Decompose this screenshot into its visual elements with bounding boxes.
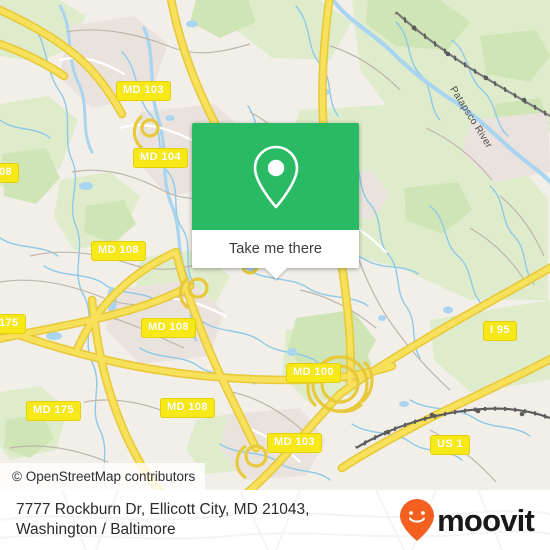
road-shield[interactable]: 08: [0, 163, 20, 183]
moovit-wordmark: moovit: [437, 502, 535, 538]
popup-pointer-tip: [264, 268, 287, 279]
road-shield[interactable]: MD 100: [286, 363, 341, 383]
take-me-there-label: Take me there: [228, 241, 323, 257]
address-block: 7777 Rockburn Dr, Ellicott City, MD 2104…: [16, 500, 309, 541]
attribution-text: © OpenStreetMap contributors: [12, 469, 196, 484]
road-shield[interactable]: I 95: [483, 321, 517, 341]
location-popup[interactable]: Take me there: [192, 123, 359, 279]
popup-footer[interactable]: Take me there: [192, 230, 359, 279]
road-shield[interactable]: MD 103: [267, 433, 322, 453]
map-screenshot-root: MD 103 MD 104 08 MD 108 175 MD 108 I 95 …: [0, 0, 550, 550]
road-shield[interactable]: MD 108: [141, 318, 196, 338]
address-line-1: 7777 Rockburn Dr, Ellicott City, MD 2104…: [16, 500, 310, 518]
road-shield[interactable]: US 1: [430, 435, 471, 455]
road-shield[interactable]: MD 108: [91, 241, 146, 261]
road-shield[interactable]: MD 103: [116, 81, 171, 101]
road-shield[interactable]: 175: [0, 314, 26, 334]
map-attribution[interactable]: © OpenStreetMap contributors: [0, 463, 206, 490]
moovit-brand[interactable]: moovit: [399, 498, 535, 542]
map-canvas[interactable]: MD 103 MD 104 08 MD 108 175 MD 108 I 95 …: [0, 0, 550, 490]
road-shield[interactable]: MD 175: [26, 401, 81, 421]
location-pin-icon: [253, 145, 298, 208]
road-shield[interactable]: MD 108: [160, 398, 215, 418]
address-line-2: Washington / Baltimore: [16, 521, 176, 538]
moovit-pin-smile-icon: [400, 499, 435, 541]
popup-header: [192, 123, 359, 230]
road-shield[interactable]: MD 104: [133, 148, 188, 168]
bottom-info-bar: 7777 Rockburn Dr, Ellicott City, MD 2104…: [0, 490, 550, 550]
